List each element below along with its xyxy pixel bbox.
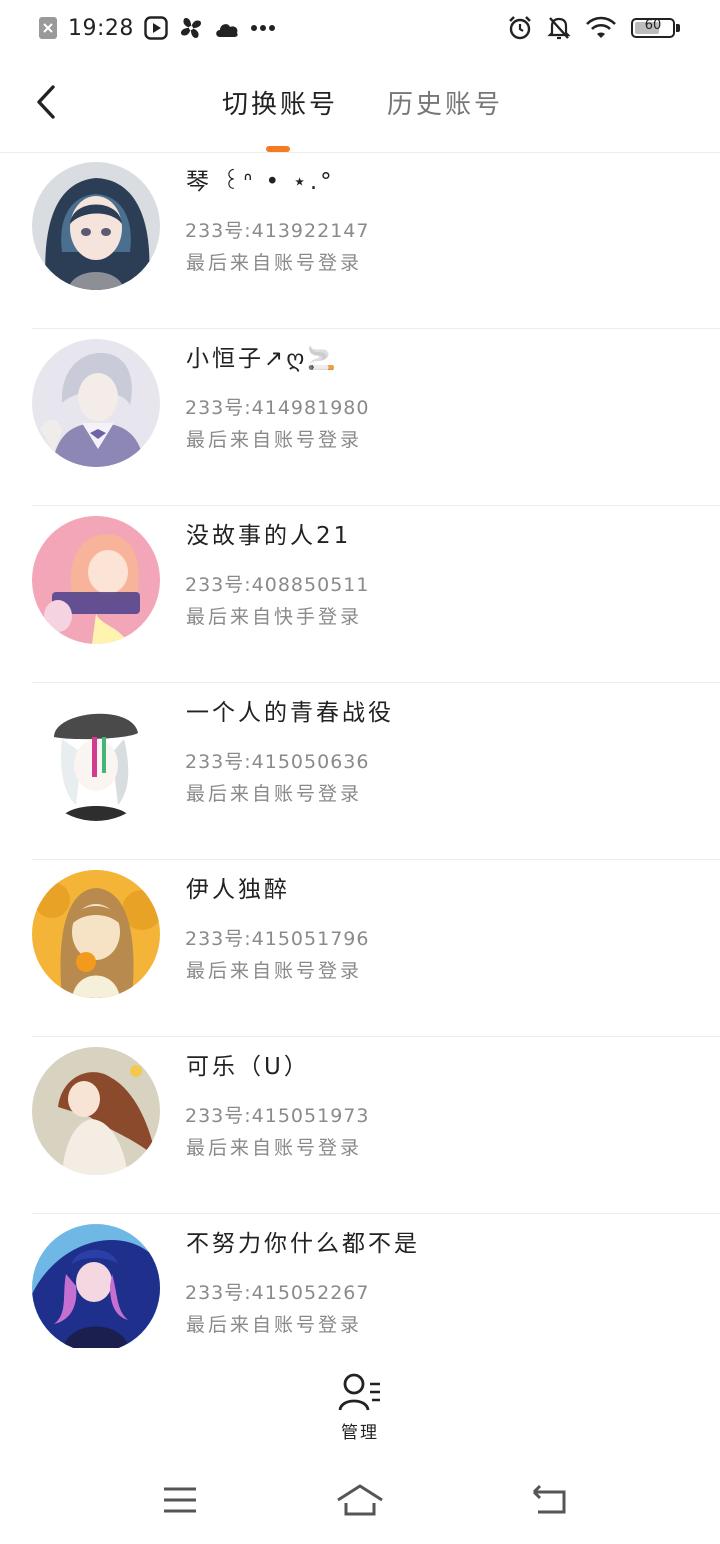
avatar (32, 339, 160, 467)
account-id: 233号:414981980 (185, 397, 370, 419)
tab-switch-account[interactable]: 切换账号 (222, 84, 338, 121)
header: 切换账号 历史账号 (0, 56, 720, 153)
avatar (32, 162, 160, 290)
status-bar-left: 19:28 (38, 14, 276, 42)
wifi-icon (585, 16, 617, 40)
login-source: 最后来自快手登录 (186, 606, 363, 628)
account-row[interactable]: 没故事的人21 233号:408850511 最后来自快手登录 (0, 506, 720, 683)
tab-history-account[interactable]: 历史账号 (387, 84, 503, 121)
account-row[interactable]: 琴 ꒰ᐢ • ⋆.° 233号:413922147 最后来自账号登录 (0, 152, 720, 329)
avatar (32, 870, 160, 998)
login-source: 最后来自账号登录 (186, 429, 363, 451)
avatar (32, 1047, 160, 1175)
account-row[interactable]: 可乐（U） 233号:415051973 最后来自账号登录 (0, 1037, 720, 1214)
manage-label: 管理 (341, 1423, 379, 1443)
account-name: 琴 ꒰ᐢ • ⋆.° (186, 169, 335, 195)
account-list: 琴 ꒰ᐢ • ⋆.° 233号:413922147 最后来自账号登录 小恒子↗ღ… (0, 152, 720, 1348)
recent-apps-button[interactable] (150, 1480, 210, 1524)
alarm-icon (507, 15, 533, 41)
system-back-button[interactable] (520, 1480, 580, 1524)
account-name: 伊人独醉 (186, 877, 290, 903)
account-name: 可乐（U） (186, 1054, 310, 1080)
account-row[interactable]: 一个人的青春战役 233号:415050636 最后来自账号登录 (0, 683, 720, 860)
account-row[interactable]: 不努力你什么都不是 233号:415052267 最后来自账号登录 (0, 1214, 720, 1348)
status-bar: 19:28 60 (0, 0, 720, 56)
login-source: 最后来自账号登录 (186, 783, 363, 805)
battery-icon: 60 (631, 18, 680, 38)
bell-off-icon (547, 15, 571, 41)
account-name: 不努力你什么都不是 (186, 1231, 420, 1257)
home-icon (336, 1483, 384, 1521)
account-id: 233号:413922147 (185, 220, 370, 242)
account-name: 一个人的青春战役 (186, 700, 394, 726)
status-time: 19:28 (68, 15, 134, 41)
avatar (32, 516, 160, 644)
home-button[interactable] (330, 1480, 390, 1524)
login-source: 最后来自账号登录 (186, 1137, 363, 1159)
chevron-left-icon (34, 84, 58, 124)
avatar (32, 693, 160, 821)
account-id: 233号:408850511 (185, 574, 370, 596)
account-id: 233号:415051973 (185, 1105, 370, 1127)
media-play-icon (144, 16, 168, 40)
fan-icon (178, 15, 204, 41)
back-icon (530, 1484, 570, 1520)
account-row[interactable]: 伊人独醉 233号:415051796 最后来自账号登录 (0, 860, 720, 1037)
account-name: 没故事的人21 (186, 523, 352, 549)
more-dots-icon (250, 24, 276, 32)
account-id: 233号:415052267 (185, 1282, 370, 1304)
battery-level: 60 (644, 18, 662, 33)
account-id: 233号:415051796 (185, 928, 370, 950)
close-notification-icon (38, 16, 58, 40)
account-row[interactable]: 小恒子↗ღ🚬 233号:414981980 最后来自账号登录 (0, 329, 720, 506)
account-name: 小恒子↗ღ🚬 (186, 346, 339, 372)
avatar (32, 1224, 160, 1348)
login-source: 最后来自账号登录 (186, 1314, 363, 1336)
manage-button[interactable]: 管理 (330, 1372, 390, 1443)
cloud-icon (214, 17, 240, 39)
login-source: 最后来自账号登录 (186, 252, 363, 274)
status-bar-right: 60 (507, 14, 680, 42)
login-source: 最后来自账号登录 (186, 960, 363, 982)
user-list-icon (338, 1373, 382, 1416)
back-button[interactable] (24, 82, 68, 126)
account-id: 233号:415050636 (185, 751, 370, 773)
menu-icon (162, 1486, 198, 1518)
system-nav-bar (0, 1462, 720, 1544)
